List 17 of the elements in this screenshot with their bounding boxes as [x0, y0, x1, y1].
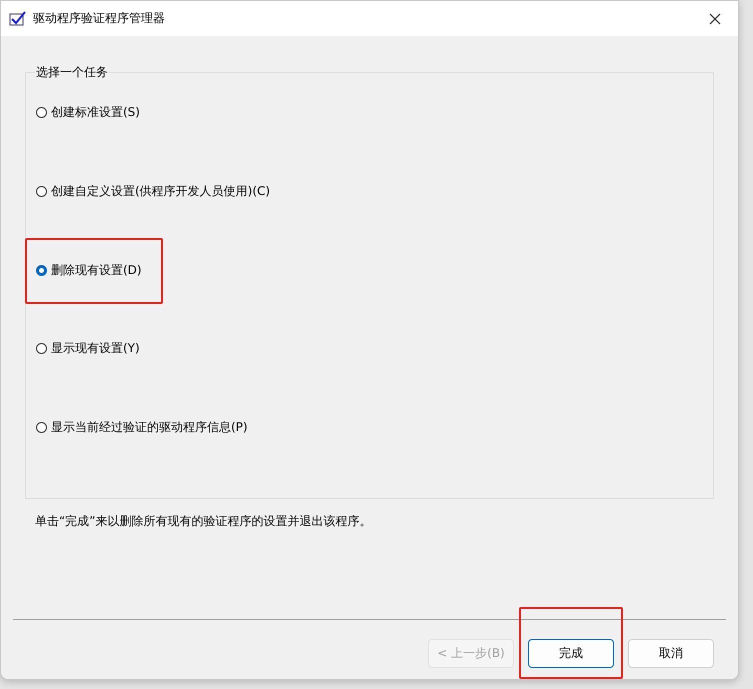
radio-button[interactable]	[36, 186, 47, 197]
description-text: 单击“完成”来以删除所有现有的验证程序的设置并退出该程序。	[35, 513, 372, 530]
dialog-button[interactable]: 完成	[528, 639, 614, 668]
radio-option[interactable]: 创建自定义设置(供程序开发人员使用)(C)	[36, 182, 270, 200]
close-icon	[709, 12, 721, 24]
radio-button[interactable]	[36, 264, 47, 276]
window-title: 驱动程序验证程序管理器	[33, 10, 166, 27]
radio-button[interactable]	[36, 422, 47, 434]
dialog-button[interactable]: 取消	[628, 639, 714, 668]
checklist-icon	[9, 10, 27, 26]
radio-option[interactable]: 显示现有设置(Y)	[36, 340, 140, 358]
radio-button[interactable]	[36, 343, 47, 354]
radio-option[interactable]: 显示当前经过验证的驱动程序信息(P)	[36, 419, 248, 436]
radio-option[interactable]: 删除现有设置(D)	[36, 262, 142, 279]
radio-option[interactable]: 创建标准设置(S)	[36, 104, 140, 121]
radio-button[interactable]	[36, 107, 47, 118]
group-legend: 选择一个任务	[35, 64, 109, 80]
